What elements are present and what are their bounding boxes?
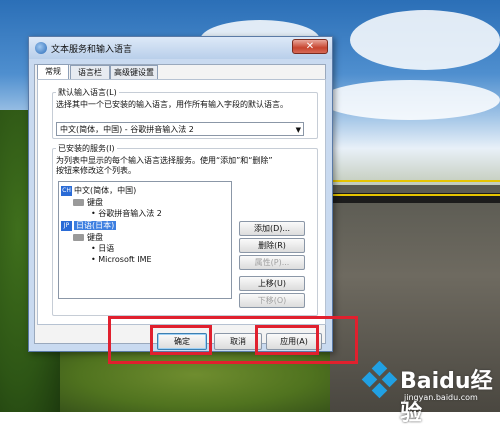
add-button[interactable]: 添加(D)... [239,221,305,236]
tab-general[interactable]: 常规 [37,64,69,80]
remove-button[interactable]: 删除(R) [239,238,305,253]
tree-node-japanese-ime[interactable]: • 日语 [91,243,114,254]
highlight-box-ok [150,325,212,355]
properties-button[interactable]: 属性(P)... [239,255,305,270]
default-language-value: 中文(简体，中国) - 谷歌拼音输入法 2 [60,125,194,134]
tree-node-label: 键盘 [87,233,103,242]
tree-node-label: 日语 [98,244,115,253]
bridge-rail [330,180,500,196]
tree-node-keyboard-2[interactable]: 键盘 [73,232,103,243]
installed-services-label: 已安装的服务(I) [56,143,117,154]
cloud [320,80,500,120]
tree-node-label: 中文(简体，中国) [74,186,137,195]
title-bar[interactable]: 文本服务和输入语言 ✕ [29,37,332,59]
language-badge-icon: JP [61,220,72,231]
window-title: 文本服务和输入语言 [51,45,133,55]
services-tree[interactable]: CH 中文(简体，中国) 键盘 • 谷歌拼音输入法 2 JP 日语(日本) 键盘 •… [58,181,232,299]
tree-node-japanese[interactable]: JP 日语(日本) [61,220,117,231]
default-language-label: 默认输入语言(L) [56,87,119,98]
tree-node-microsoft-ime[interactable]: • Microsoft IME [91,255,152,264]
chevron-down-icon: ▼ [295,126,301,134]
tree-node-google-pinyin[interactable]: • 谷歌拼音输入法 2 [91,208,162,219]
baidu-url: jingyan.baidu.com [404,393,478,402]
language-badge-icon: CH [61,185,72,196]
default-language-dropdown[interactable]: 中文(简体，中国) - 谷歌拼音输入法 2 ▼ [56,122,304,136]
tree-node-chinese[interactable]: CH 中文(简体，中国) [61,185,136,196]
move-down-button[interactable]: 下移(O) [239,293,305,308]
cloud [350,10,500,70]
keyboard-icon [73,199,84,206]
installed-services-description-2: 按钮来修改这个列表。 [56,166,136,175]
globe-icon [35,42,47,54]
tree-node-label: Microsoft IME [98,255,152,264]
tree-node-label: 日语(日本) [74,221,117,230]
tree-node-label: 键盘 [87,198,103,207]
default-language-description: 选择其中一个已安装的输入语言，用作所有输入字段的默认语言。 [56,100,288,109]
tab-advanced-key[interactable]: 高级键设置 [110,65,158,79]
move-up-button[interactable]: 上移(U) [239,276,305,291]
tab-language-bar[interactable]: 语言栏 [70,65,110,79]
baidu-logo-icon [361,361,398,399]
close-button[interactable]: ✕ [292,39,328,54]
tree-node-label: 谷歌拼音输入法 2 [98,209,162,218]
keyboard-icon [73,234,84,241]
baidu-watermark: Baidu经验 jingyan.baidu.com [360,355,500,426]
tree-node-keyboard-1[interactable]: 键盘 [73,197,103,208]
highlight-box-apply [255,325,319,355]
highlight-box-outer [108,316,358,364]
